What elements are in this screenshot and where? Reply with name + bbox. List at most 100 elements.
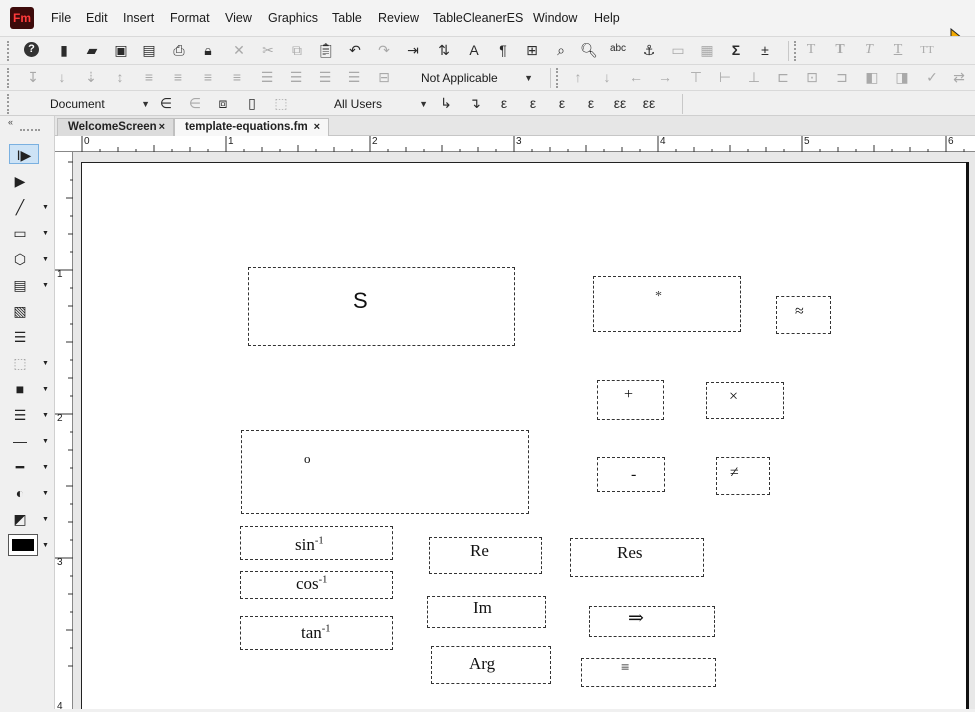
redo-icon[interactable]: ↷	[375, 41, 393, 59]
reject-change-icon[interactable]: ↴	[466, 94, 484, 112]
menu-edit[interactable]: Edit	[86, 11, 108, 25]
undo-icon[interactable]: ↶	[346, 41, 364, 59]
equation-frame[interactable]: ≡	[581, 658, 716, 687]
text-frame-icon[interactable]: ▭	[669, 41, 687, 59]
toolbar-grip[interactable]	[7, 41, 10, 61]
small-caps-icon[interactable]: TT	[918, 41, 936, 59]
menu-table[interactable]: Table	[332, 11, 362, 25]
chevron-down-icon[interactable]: ▼	[42, 230, 49, 237]
equation-frame[interactable]: S	[248, 267, 515, 346]
open-folder-icon[interactable]: ▰	[83, 41, 101, 59]
zoom-icon[interactable]: 🔍︎	[580, 41, 598, 59]
toolbar-grip[interactable]	[7, 94, 10, 114]
prev-change-icon[interactable]: ε	[524, 94, 542, 112]
line-style-icon[interactable]: —	[9, 431, 31, 451]
chevron-down-icon[interactable]: ▼	[42, 386, 49, 393]
chevron-down-icon[interactable]: ▼	[42, 282, 49, 289]
scope-select[interactable]: Document ▼	[50, 95, 150, 113]
line-spacing-single-icon[interactable]: ☰	[258, 68, 276, 86]
bold-icon[interactable]: T	[831, 41, 849, 59]
delete-icon[interactable]: ✕	[230, 41, 248, 59]
tint-icon[interactable]: ◐	[9, 483, 31, 503]
chevron-down-icon[interactable]: ▼	[42, 412, 49, 419]
equation-frame[interactable]: *	[593, 276, 741, 332]
equation-frame[interactable]: ≈	[776, 296, 831, 334]
users-select[interactable]: All Users ▼	[334, 95, 428, 113]
next-change-icon[interactable]: ε	[495, 94, 513, 112]
save-icon[interactable]: ▣	[112, 41, 130, 59]
underline-icon[interactable]: T	[889, 41, 907, 59]
equation-frame[interactable]: +	[597, 380, 664, 420]
import-icon[interactable]: ⇅	[435, 41, 453, 59]
equation-frame[interactable]: ⇒	[589, 606, 715, 637]
check-icon[interactable]: ✓	[923, 68, 941, 86]
anchor-icon[interactable]: ⚓︎	[640, 41, 658, 59]
align-left-icon[interactable]: ≡	[140, 68, 158, 86]
menu-graphics[interactable]: Graphics	[268, 11, 318, 25]
find-icon[interactable]: ⌕	[552, 41, 570, 59]
equation-frame[interactable]: tan-1	[240, 616, 393, 650]
reject-all-icon[interactable]: ε	[582, 94, 600, 112]
italic-icon[interactable]: T	[860, 41, 878, 59]
paste-icon[interactable]: 📋︎	[317, 41, 335, 59]
flip-icon[interactable]: ⇄	[950, 68, 968, 86]
frame-border-tool-icon[interactable]: ⬚	[9, 353, 31, 373]
rectangle-tool-icon[interactable]: ▭	[9, 223, 31, 243]
move-right-icon[interactable]: →	[656, 68, 674, 86]
space-down-icon[interactable]: ⇣	[82, 68, 100, 86]
equation-frame[interactable]: o	[241, 430, 529, 514]
toolbar-grip[interactable]	[794, 41, 797, 61]
save-as-icon[interactable]: ▤	[140, 41, 158, 59]
text-style-icon[interactable]: T	[802, 41, 820, 59]
chevron-down-icon[interactable]: ▼	[42, 360, 49, 367]
collapse-panel-icon[interactable]: «	[8, 117, 13, 127]
align-center-icon[interactable]: ≡	[169, 68, 187, 86]
line-width-icon[interactable]: ☰	[9, 405, 31, 425]
hotspot-tool-icon[interactable]: ☰	[9, 327, 31, 347]
line-tool-icon[interactable]: ╱	[9, 197, 31, 217]
equation-frame[interactable]: ≠	[716, 457, 770, 495]
copy-icon[interactable]: ⧉	[288, 41, 306, 59]
equation-frame[interactable]: Arg	[431, 646, 551, 684]
equation-frame[interactable]: Re	[429, 537, 542, 574]
align-objects-center-icon[interactable]: ⊡	[803, 68, 821, 86]
chevron-down-icon[interactable]: ▼	[42, 438, 49, 445]
color-swatch-icon[interactable]	[8, 534, 38, 556]
condition-frame-icon[interactable]: ⧈	[214, 94, 232, 112]
menu-tablecleaneres[interactable]: TableCleanerES	[433, 11, 523, 25]
equation-frame[interactable]: Im	[427, 596, 546, 628]
ungroup-icon[interactable]: ◨	[893, 68, 911, 86]
chevron-down-icon[interactable]: ▼	[42, 490, 49, 497]
horizontal-ruler[interactable]: 0 1 2 3 4 5 6	[80, 136, 975, 152]
dash-style-icon[interactable]: ━	[9, 457, 31, 477]
condition-show-icon[interactable]: ∈	[186, 94, 204, 112]
space-reset-icon[interactable]: ↕	[111, 68, 129, 86]
justify-icon[interactable]: ≡	[228, 68, 246, 86]
vertical-ruler[interactable]: 1 2 3 4	[55, 152, 73, 712]
menu-file[interactable]: File	[51, 11, 71, 25]
close-icon[interactable]: ×	[159, 119, 165, 136]
sigma-icon[interactable]: Σ	[727, 41, 745, 59]
accept-all-icon[interactable]: ε	[553, 94, 571, 112]
move-up-icon[interactable]: ↑	[569, 68, 587, 86]
close-icon[interactable]: ×	[314, 119, 320, 136]
character-catalog-icon[interactable]: A	[465, 41, 483, 59]
align-middle-icon[interactable]: ⊢	[716, 68, 734, 86]
equation-frame[interactable]: Res	[570, 538, 704, 577]
image-tool-icon[interactable]: ▧	[9, 301, 31, 321]
chevron-down-icon[interactable]: ▼	[42, 542, 49, 549]
menu-help[interactable]: Help	[594, 11, 620, 25]
print-icon[interactable]: ⎙	[170, 41, 188, 59]
polygon-tool-icon[interactable]: ⬡	[9, 249, 31, 269]
help-icon[interactable]: ?	[24, 42, 39, 57]
table-catalog-icon[interactable]: ⊞	[523, 41, 541, 59]
menu-format[interactable]: Format	[170, 11, 210, 25]
table-icon[interactable]: ▦	[698, 41, 716, 59]
align-objects-right-icon[interactable]: ⊐	[833, 68, 851, 86]
equation-frame[interactable]: cos-1	[240, 571, 393, 599]
align-top-icon[interactable]: ⊤	[687, 68, 705, 86]
line-spacing-double-icon[interactable]: ☰	[316, 68, 334, 86]
equation-frame[interactable]: -	[597, 457, 665, 492]
paragraph-catalog-icon[interactable]: ¶	[494, 41, 512, 59]
overprint-icon[interactable]: ◩	[9, 509, 31, 529]
